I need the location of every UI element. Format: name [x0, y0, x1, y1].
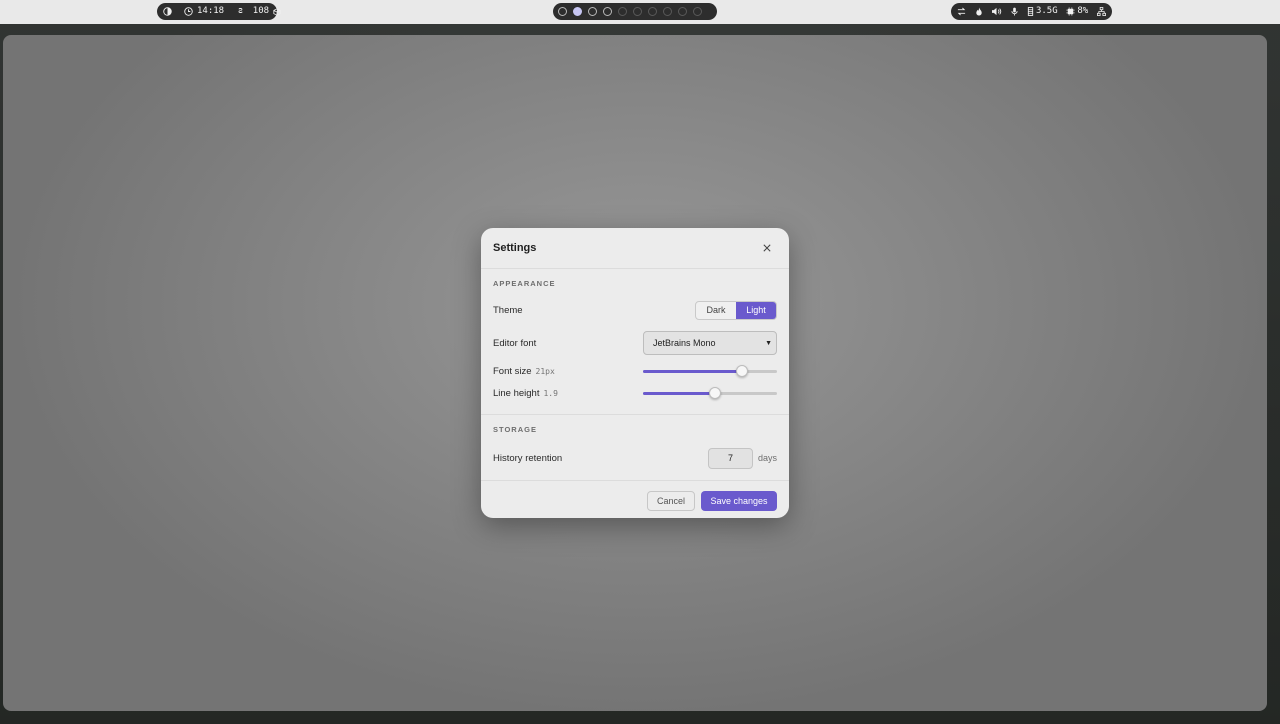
workspace-6[interactable] [633, 7, 642, 16]
close-icon [763, 244, 771, 252]
settings-dialog: Settings APPEARANCE Theme Dark Light Edi… [481, 228, 789, 518]
clock-time: 14:18 [197, 6, 225, 16]
font-size-label-text: Font size [493, 365, 532, 377]
package-icon [273, 7, 281, 16]
network-tree-icon[interactable] [1096, 7, 1106, 16]
workspace-7[interactable] [648, 7, 657, 16]
editor-font-select[interactable]: JetBrains Mono ▼ [643, 331, 777, 355]
status-left-group: 14:18 ꙅ 108 [157, 3, 281, 20]
storage-section-title: STORAGE [493, 425, 537, 434]
font-size-value: 21px [535, 366, 555, 376]
font-size-slider[interactable] [643, 365, 777, 377]
workspace-switcher [553, 3, 717, 20]
line-height-slider-thumb[interactable] [709, 387, 722, 399]
line-height-row: Line height 1.9 [493, 387, 777, 399]
clock-icon [184, 7, 193, 16]
editor-font-label: Editor font [493, 337, 537, 349]
font-size-slider-thumb[interactable] [736, 365, 749, 377]
storage-section: STORAGE History retention 7 days [481, 415, 789, 481]
history-retention-unit: days [757, 453, 777, 463]
font-size-row: Font size 21px [493, 365, 777, 377]
theme-label: Theme [493, 304, 523, 316]
cpu-icon [1066, 7, 1075, 16]
font-size-label: Font size 21px [493, 366, 555, 377]
editor-font-row: Editor font JetBrains Mono ▼ [493, 331, 777, 355]
line-height-label: Line height 1.9 [493, 388, 558, 399]
memory-value: 3.5G [1035, 6, 1058, 16]
app-glyph: ꙅ [238, 6, 243, 16]
workspace-3[interactable] [588, 7, 597, 16]
memory-indicator: 3.5G [1027, 3, 1058, 20]
line-height-value: 1.9 [543, 388, 558, 398]
theme-row: Theme Dark Light [493, 299, 777, 321]
cancel-button[interactable]: Cancel [647, 490, 695, 511]
theme-toggle: Dark Light [695, 300, 777, 320]
line-height-slider[interactable] [643, 387, 777, 399]
close-button[interactable] [758, 239, 776, 257]
appearance-section-title: APPEARANCE [493, 279, 556, 288]
status-right-group: 3.5G 8% [951, 3, 1112, 20]
cpu-indicator: 8% [1066, 3, 1088, 20]
status-bar: 14:18 ꙅ 108 3.5G 8% [0, 0, 1280, 24]
line-height-slider-fill [643, 392, 716, 395]
editor-font-value: JetBrains Mono [653, 338, 716, 348]
theme-option-light[interactable]: Light [736, 301, 776, 319]
workspace-2[interactable] [573, 7, 582, 16]
dialog-header: Settings [481, 228, 789, 269]
history-retention-control: 7 days [707, 447, 777, 469]
speaker-icon[interactable] [991, 7, 1002, 16]
line-height-label-text: Line height [493, 387, 540, 399]
history-retention-label: History retention [493, 452, 563, 464]
half-moon-icon[interactable] [163, 7, 172, 16]
workspace-4[interactable] [603, 7, 612, 16]
workspace-5[interactable] [618, 7, 627, 16]
cpu-value: 8% [1077, 6, 1089, 16]
appearance-section: APPEARANCE Theme Dark Light Editor font … [481, 269, 789, 415]
swap-arrows-icon[interactable] [957, 7, 966, 16]
memory-icon [1027, 7, 1034, 16]
dialog-title: Settings [493, 242, 537, 254]
package-count: 108 [252, 6, 270, 16]
theme-option-dark[interactable]: Dark [696, 302, 736, 319]
workspace-10[interactable] [693, 7, 702, 16]
history-retention-input[interactable]: 7 [707, 447, 753, 469]
font-size-slider-fill [643, 370, 743, 373]
workspace-9[interactable] [678, 7, 687, 16]
history-retention-row: History retention 7 days [493, 447, 777, 469]
dialog-footer: Cancel Save changes [481, 481, 789, 520]
workspace-8[interactable] [663, 7, 672, 16]
save-changes-button[interactable]: Save changes [701, 490, 777, 511]
flame-icon[interactable] [975, 7, 983, 16]
microphone-icon[interactable] [1011, 7, 1018, 16]
chevron-down-icon: ▼ [765, 339, 772, 347]
workspace-1[interactable] [558, 7, 567, 16]
